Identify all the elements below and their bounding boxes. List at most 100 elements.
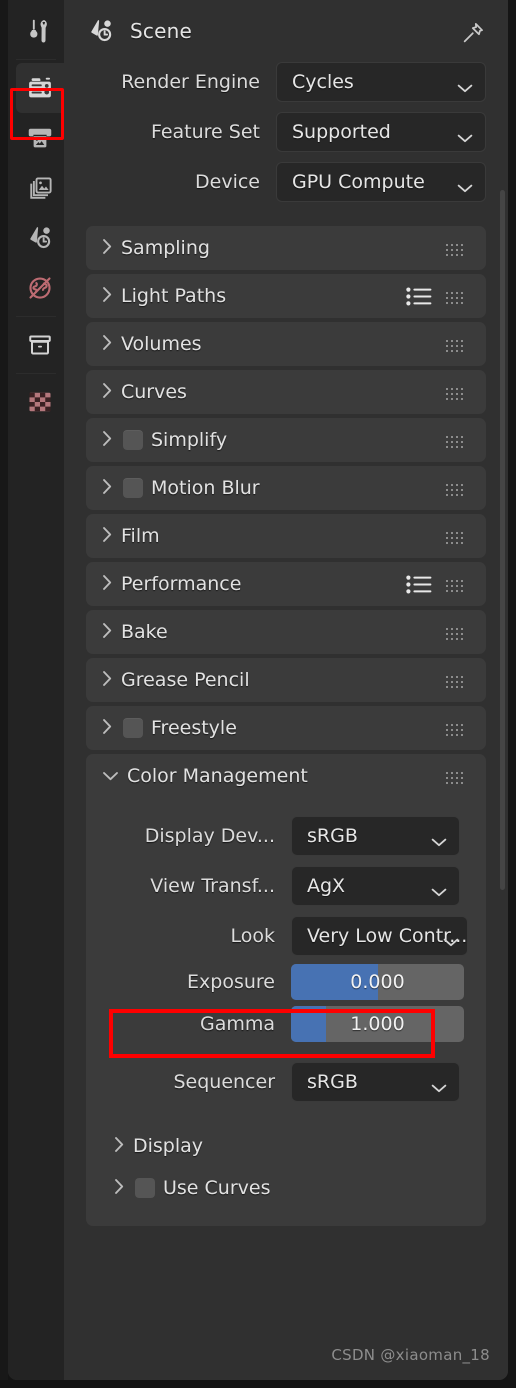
sidebar-item-texture[interactable] [16, 377, 64, 427]
exposure-slider[interactable]: 0.000 [291, 964, 464, 1000]
look-value: Very Low Contr... [307, 925, 468, 947]
feature-set-dropdown[interactable]: Supported [276, 112, 486, 152]
grip-dots-icon[interactable] [446, 770, 466, 789]
motion-blur-checkbox[interactable] [123, 478, 143, 498]
grip-dots-icon[interactable] [446, 722, 466, 741]
panel-motion-blur[interactable]: Motion Blur [86, 466, 486, 510]
exposure-label: Exposure [187, 971, 275, 993]
breadcrumb: Scene [64, 0, 508, 62]
grip-dots-icon[interactable] [446, 386, 466, 405]
chevron-down-icon [457, 178, 473, 197]
subpanel-use-curves[interactable]: Use Curves [86, 1168, 486, 1208]
gamma-value: 1.000 [350, 1013, 405, 1035]
sidebar-item-tool[interactable] [16, 6, 64, 56]
chevron-down-icon [457, 128, 473, 147]
feature-set-label: Feature Set [150, 121, 260, 143]
panel-title: Performance [121, 573, 242, 595]
grip-dots-icon[interactable] [446, 290, 466, 309]
view-transform-dropdown[interactable]: AgX [291, 866, 460, 906]
panel-curves[interactable]: Curves [86, 370, 486, 414]
panel-title: Freestyle [151, 717, 237, 739]
panel-simplify[interactable]: Simplify [86, 418, 486, 462]
device-dropdown[interactable]: GPU Compute [276, 162, 486, 202]
chevron-down-icon [102, 767, 119, 786]
sidebar-item-world[interactable] [16, 263, 64, 313]
exposure-value: 0.000 [350, 971, 405, 993]
feature-set-row: Feature Set Supported [76, 112, 508, 152]
render-engine-dropdown[interactable]: Cycles [276, 62, 486, 102]
render-engine-value: Cycles [292, 71, 354, 93]
freestyle-checkbox[interactable] [123, 718, 143, 738]
grip-dots-icon[interactable] [446, 578, 466, 597]
panel-grease-pencil[interactable]: Grease Pencil [86, 658, 486, 702]
panel-title: Grease Pencil [121, 669, 250, 691]
output-printer-icon [25, 123, 55, 153]
view-transform-label: View Transf... [150, 875, 275, 897]
subpanel-title: Use Curves [163, 1177, 271, 1199]
display-device-label: Display Dev... [144, 825, 275, 847]
window-bottom-edge [0, 1380, 516, 1388]
color-management-body: Display Dev... sRGB View Transf... AgX L… [86, 798, 486, 1226]
sidebar-item-scene[interactable] [16, 213, 64, 263]
sidebar-item-collection[interactable] [16, 320, 64, 370]
properties-content: Scene Render Engine Cycles Feature Set S… [64, 0, 508, 1380]
chevron-right-icon [102, 382, 113, 403]
grip-dots-icon[interactable] [446, 530, 466, 549]
pin-icon[interactable] [460, 20, 486, 46]
render-engine-label: Render Engine [121, 71, 260, 93]
panel-light-paths[interactable]: Light Paths [86, 274, 486, 318]
device-row: Device GPU Compute [76, 162, 508, 202]
look-row: Look Very Low Contr... [86, 916, 486, 956]
chevron-right-icon [102, 718, 113, 739]
display-device-dropdown[interactable]: sRGB [291, 816, 460, 856]
preset-list-icon[interactable] [406, 575, 432, 598]
grip-dots-icon[interactable] [446, 338, 466, 357]
scene-cone-icon [25, 223, 55, 253]
panel-color-management[interactable]: Color Management [86, 754, 486, 798]
sidebar-item-output[interactable] [16, 113, 64, 163]
grip-dots-icon[interactable] [446, 434, 466, 453]
vertical-scrollbar[interactable] [500, 190, 505, 890]
look-label: Look [230, 925, 275, 947]
panel-title: Bake [121, 621, 168, 643]
grip-dots-icon[interactable] [446, 482, 466, 501]
preset-list-icon[interactable] [406, 287, 432, 310]
use-curves-checkbox[interactable] [135, 1178, 155, 1198]
collection-box-icon [25, 330, 55, 360]
chevron-right-icon [102, 286, 113, 307]
chevron-right-icon [114, 1136, 125, 1157]
grip-dots-icon[interactable] [446, 626, 466, 645]
subpanel-display[interactable]: Display [86, 1126, 486, 1166]
grip-dots-icon[interactable] [446, 674, 466, 693]
gamma-slider[interactable]: 1.000 [291, 1006, 464, 1042]
panel-performance[interactable]: Performance [86, 562, 486, 606]
panel-volumes[interactable]: Volumes [86, 322, 486, 366]
chevron-right-icon [102, 334, 113, 355]
gamma-slider-fill [291, 1006, 326, 1042]
render-settings-group: Render Engine Cycles Feature Set Support… [64, 62, 508, 202]
panel-title: Film [121, 525, 160, 547]
panel-bake[interactable]: Bake [86, 610, 486, 654]
sidebar-item-render[interactable] [16, 63, 64, 113]
grip-dots-icon[interactable] [446, 242, 466, 261]
exposure-row: Exposure 0.000 [86, 964, 486, 1000]
simplify-checkbox[interactable] [123, 430, 143, 450]
panel-title: Motion Blur [151, 477, 260, 499]
panel-film[interactable]: Film [86, 514, 486, 558]
panel-sampling[interactable]: Sampling [86, 226, 486, 270]
panel-title: Curves [121, 381, 187, 403]
look-dropdown[interactable]: Very Low Contr... [291, 916, 469, 956]
render-engine-row: Render Engine Cycles [76, 62, 508, 102]
panel-freestyle[interactable]: Freestyle [86, 706, 486, 750]
panel-title: Sampling [121, 237, 210, 259]
chevron-right-icon [102, 574, 113, 595]
view-transform-row: View Transf... AgX [86, 866, 486, 906]
tab-separator [16, 59, 56, 60]
sequencer-row: Sequencer sRGB [86, 1062, 486, 1102]
panel-title: Color Management [127, 765, 308, 787]
page-title: Scene [130, 19, 192, 43]
chevron-down-icon [431, 832, 447, 851]
sequencer-dropdown[interactable]: sRGB [291, 1062, 460, 1102]
sidebar-item-view-layer[interactable] [16, 163, 64, 213]
